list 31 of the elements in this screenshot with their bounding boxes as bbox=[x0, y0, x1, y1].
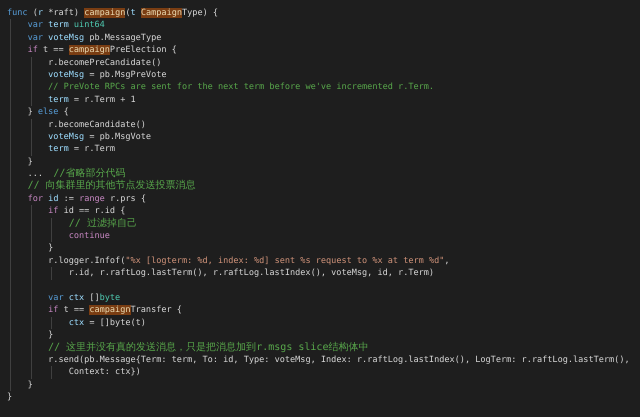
code-line: continue bbox=[68, 230, 110, 242]
code-line: // 向集群里的其他节点发送投票消息 bbox=[28, 180, 196, 193]
code-line: term = r.Term bbox=[48, 143, 116, 156]
code-line: r.becomePreCandidate() bbox=[48, 56, 162, 69]
code-line: r.logger.Infof("%x [logterm: %d, index: %d] sent %s request to %x at term %d", bbox=[48, 254, 450, 268]
code-line: func (r *raft) campaign(t CampaignType) { bbox=[7, 7, 218, 20]
code-line: var ctx []byte bbox=[48, 292, 120, 304]
code-line: } bbox=[48, 329, 54, 342]
code-line: r.becomeCandidate() bbox=[48, 118, 146, 131]
code-line: var voteMsg pb.MessageType bbox=[28, 32, 162, 44]
code-line: if id == r.id { bbox=[48, 205, 126, 218]
code-line: r.id, r.raftLog.lastTerm(), r.raftLog.lastIndex(), voteMsg, id, r.Term) bbox=[68, 267, 434, 280]
code-line: } bbox=[7, 391, 12, 404]
code-line: } bbox=[28, 378, 33, 392]
code-line: ... //省略部分代码 bbox=[28, 168, 126, 180]
code-line: } bbox=[48, 242, 54, 255]
code-line: voteMsg = pb.MsgVote bbox=[48, 130, 152, 144]
code-line: // PreVote RPCs are sent for the next term before we've incremented r.Term. bbox=[48, 81, 434, 94]
code-line: // 过滤掉自己 bbox=[68, 218, 137, 230]
code-line: Context: ctx}) bbox=[68, 366, 141, 379]
code-line: term = r.Term + 1 bbox=[48, 94, 136, 106]
code-line: ctx = []byte(t) bbox=[68, 316, 146, 330]
code-line: r.send(pb.Message{Term: term, To: id, Type: voteMsg, Index: r.raftLog.lastIndex(), LogTerm: r.raftLog.lastTerm(), bbox=[48, 354, 630, 366]
code-line: if t == campaignTransfer { bbox=[48, 304, 182, 317]
code-line: var term uint64 bbox=[28, 19, 105, 32]
code-line: voteMsg = pb.MsgPreVote bbox=[48, 68, 167, 82]
code-line: if t == campaignPreElection { bbox=[28, 44, 177, 57]
code-line: } else { bbox=[28, 106, 69, 119]
code-line: // 这里并没有真的发送消息，只是把消息加到r.msgs slice结构体中 bbox=[48, 342, 368, 354]
code-line: for id := range r.prs { bbox=[28, 192, 146, 206]
code-line: } bbox=[28, 156, 33, 168]
